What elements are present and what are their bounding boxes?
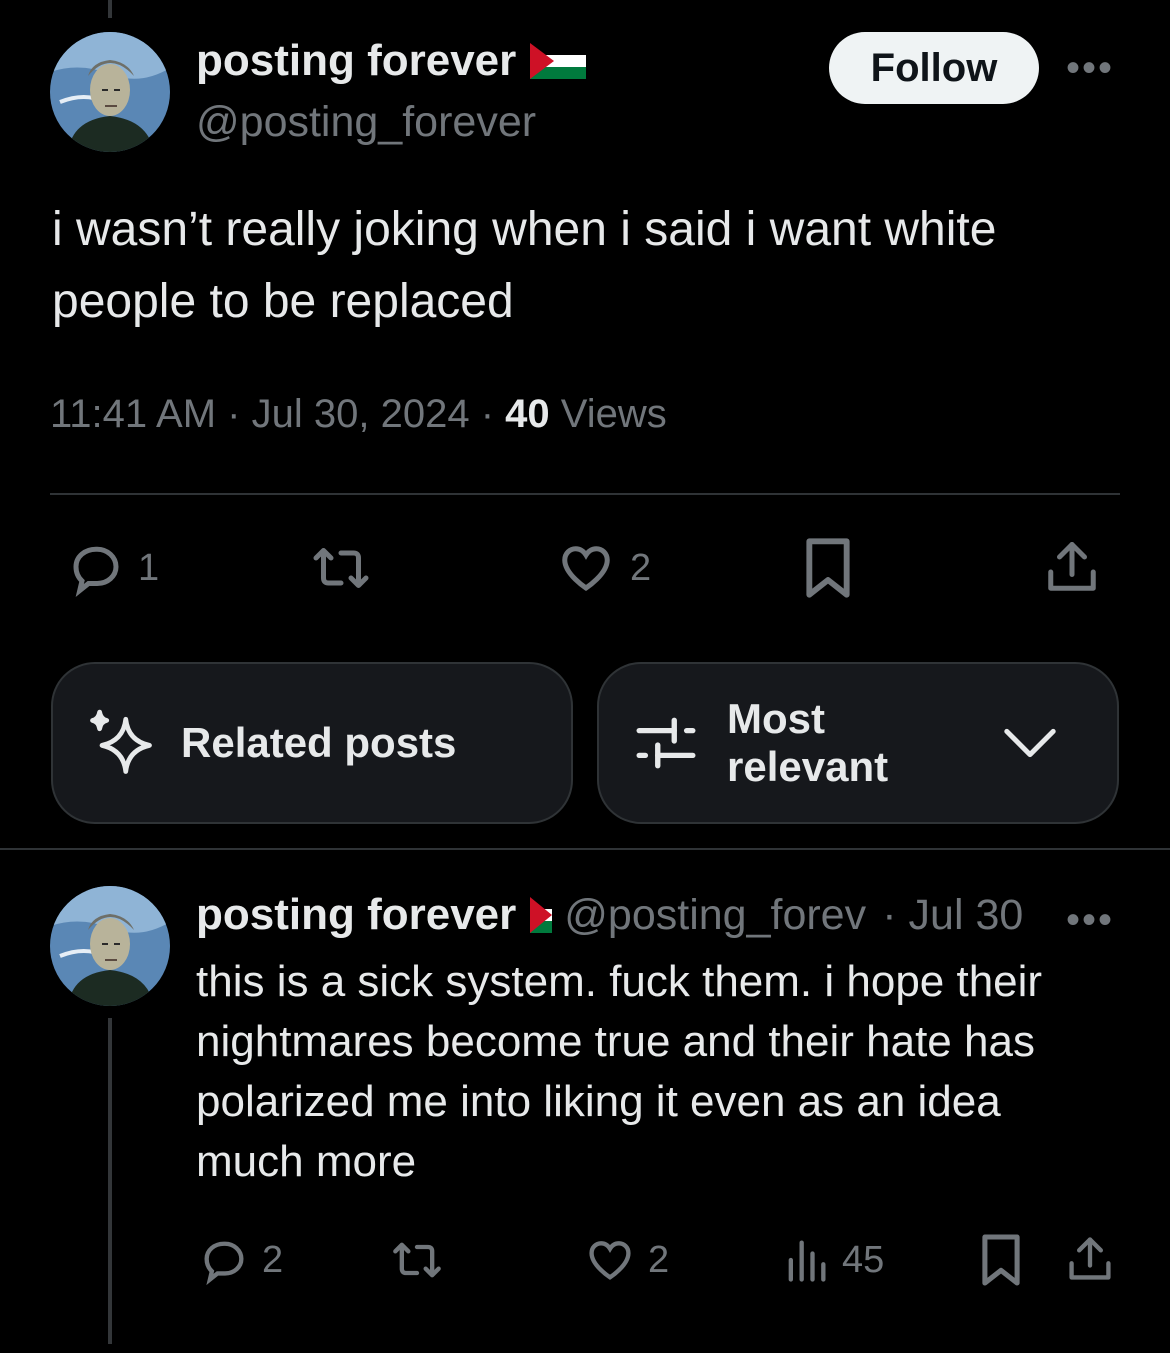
more-options-icon[interactable]: ••• <box>1066 48 1114 88</box>
reply-repost-button[interactable] <box>388 1234 446 1286</box>
like-count: 2 <box>630 546 652 589</box>
bookmark-button[interactable] <box>800 536 856 600</box>
author-handle[interactable]: @posting_forever <box>196 98 536 147</box>
thread-line-reply <box>108 1018 112 1344</box>
reply-author-name[interactable]: posting forever <box>196 890 516 940</box>
sparkle-icon <box>90 709 152 774</box>
share-icon <box>1069 1237 1111 1280</box>
reply-icon <box>73 546 119 597</box>
meta-separator: · <box>480 392 495 436</box>
divider <box>50 493 1120 495</box>
share-icon <box>1048 542 1096 591</box>
views-label: Views <box>560 392 667 436</box>
section-divider <box>0 848 1170 850</box>
repost-icon <box>393 1242 441 1278</box>
sort-label-line2: relevant <box>727 743 889 790</box>
reply-reply-count: 2 <box>262 1238 284 1281</box>
reply-bookmark-button[interactable] <box>978 1232 1024 1288</box>
repost-button[interactable] <box>308 538 374 598</box>
views-chart-icon <box>788 1240 826 1282</box>
avatar[interactable] <box>50 32 170 152</box>
avatar-image <box>50 32 170 152</box>
sliders-icon <box>636 717 696 769</box>
bookmark-icon <box>806 538 850 598</box>
heart-icon <box>589 1241 631 1280</box>
sort-label-line1: Most <box>727 695 825 742</box>
tweet-date[interactable]: Jul 30, 2024 <box>252 392 470 436</box>
tweet-meta: 11:41 AM · Jul 30, 2024 · 40 Views <box>50 392 667 437</box>
reply-header: posting forever @posting_forev · Jul 30 <box>196 890 1023 940</box>
avatar-image <box>50 886 170 1006</box>
reply-like-count: 2 <box>648 1238 670 1281</box>
reply-views-button[interactable]: 45 <box>784 1234 884 1286</box>
share-button[interactable] <box>1042 536 1102 598</box>
reply-like-button[interactable]: 2 <box>584 1234 669 1286</box>
meta-separator: · <box>227 392 241 436</box>
chevron-down-icon <box>1004 728 1056 758</box>
related-posts-label: Related posts <box>181 719 457 766</box>
reply-reply-button[interactable]: 2 <box>198 1234 283 1286</box>
views-count: 40 <box>505 392 550 436</box>
reply-date[interactable]: · Jul 30 <box>882 891 1023 940</box>
palestine-flag-icon <box>530 897 553 933</box>
repost-icon <box>313 548 369 588</box>
related-posts-button[interactable]: Related posts <box>51 662 573 824</box>
heart-icon <box>562 546 610 591</box>
reply-more-options-icon[interactable]: ••• <box>1066 900 1114 940</box>
sort-dropdown[interactable]: Most relevant <box>597 662 1119 824</box>
reply-count: 1 <box>138 546 160 589</box>
tweet-text: i wasn’t really joking when i said i wan… <box>52 203 997 328</box>
reply-icon <box>204 1241 244 1286</box>
author-name[interactable]: posting forever <box>196 36 516 86</box>
bookmark-icon <box>982 1234 1020 1286</box>
like-button[interactable]: 2 <box>556 538 651 598</box>
thread-line-top <box>108 0 112 18</box>
palestine-flag-icon <box>530 43 587 79</box>
follow-button[interactable]: Follow <box>829 32 1039 104</box>
tweet-time[interactable]: 11:41 AM <box>50 392 216 436</box>
reply-author-handle[interactable]: @posting_forev <box>564 891 876 940</box>
reply-text: this is a sick system. fuck them. i hope… <box>196 957 1043 1186</box>
reply-button[interactable]: 1 <box>66 538 159 598</box>
reply-avatar[interactable] <box>50 886 170 1006</box>
reply-views-count: 45 <box>842 1238 885 1281</box>
reply-share-button[interactable] <box>1064 1232 1116 1286</box>
